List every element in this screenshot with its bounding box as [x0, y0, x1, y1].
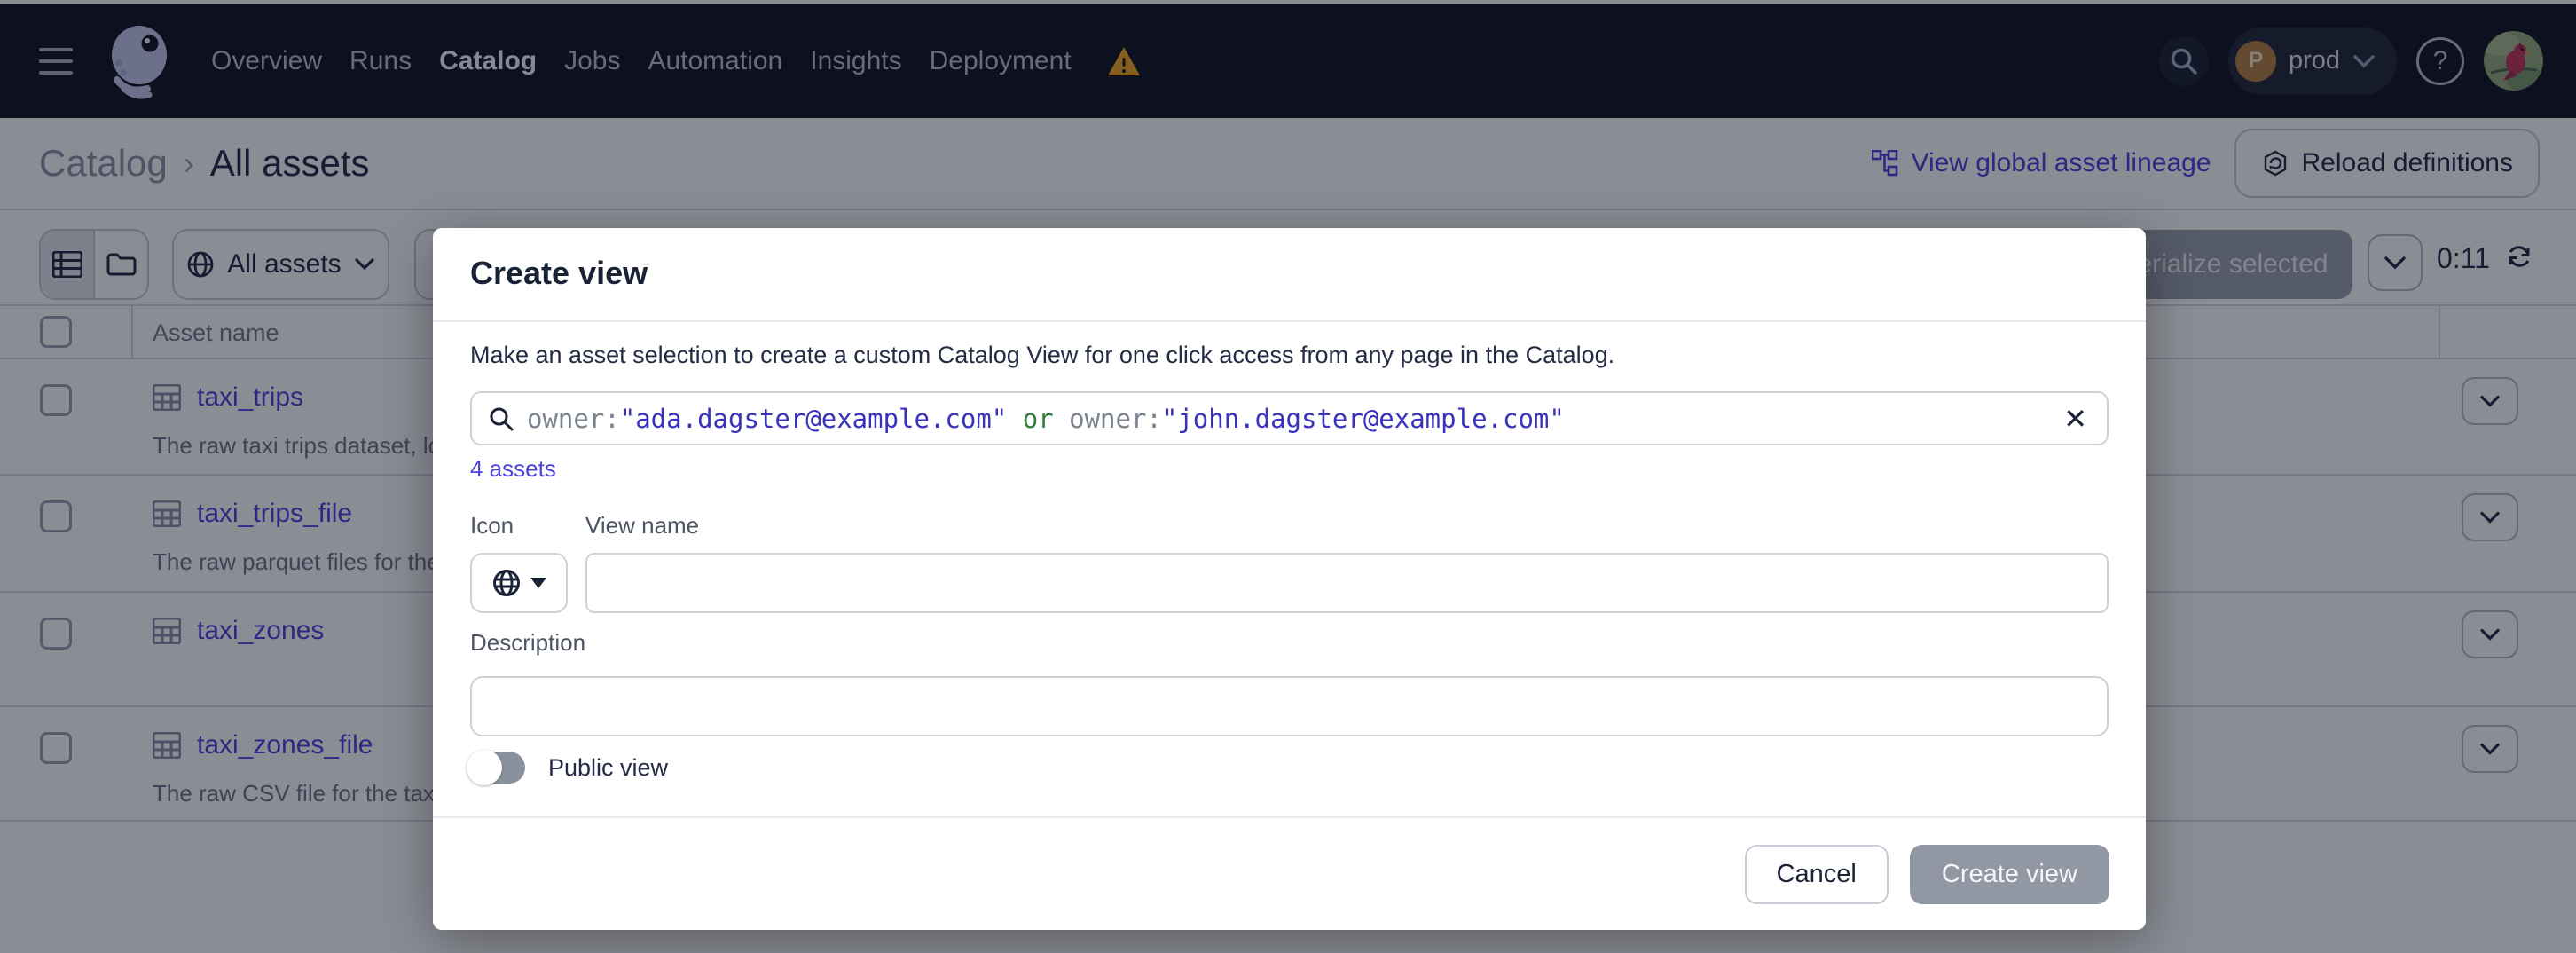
- view-name-field-label: View name: [585, 512, 699, 540]
- description-field-label: Description: [470, 629, 585, 657]
- public-view-label: Public view: [548, 754, 668, 782]
- dialog-footer: Cancel Create view: [433, 818, 2146, 930]
- divider: [433, 320, 2146, 322]
- caret-down-icon: [530, 578, 546, 588]
- icon-picker-dropdown[interactable]: [470, 553, 568, 613]
- icon-field-label: Icon: [470, 512, 514, 540]
- app-root: Overview Runs Catalog Jobs Automation In…: [0, 0, 2576, 953]
- public-view-toggle[interactable]: [467, 752, 525, 784]
- description-input[interactable]: [470, 676, 2109, 736]
- search-icon: [488, 406, 514, 432]
- dialog-title: Create view: [470, 255, 648, 292]
- asset-selection-input[interactable]: owner:"ada.dagster@example.com" or owner…: [470, 391, 2109, 445]
- clear-selection-icon[interactable]: ✕: [2063, 405, 2087, 433]
- globe-icon: [491, 568, 522, 598]
- public-view-row: Public view: [467, 752, 668, 784]
- toggle-knob: [467, 750, 502, 785]
- create-view-dialog: Create view Make an asset selection to c…: [433, 228, 2146, 930]
- assets-count-link[interactable]: 4 assets: [470, 455, 556, 483]
- dialog-description: Make an asset selection to create a cust…: [470, 342, 1614, 369]
- view-name-input[interactable]: [585, 553, 2109, 613]
- create-view-button[interactable]: Create view: [1910, 845, 2109, 904]
- asset-selection-query: owner:"ada.dagster@example.com" or owner…: [527, 404, 1565, 434]
- cancel-button[interactable]: Cancel: [1745, 845, 1889, 904]
